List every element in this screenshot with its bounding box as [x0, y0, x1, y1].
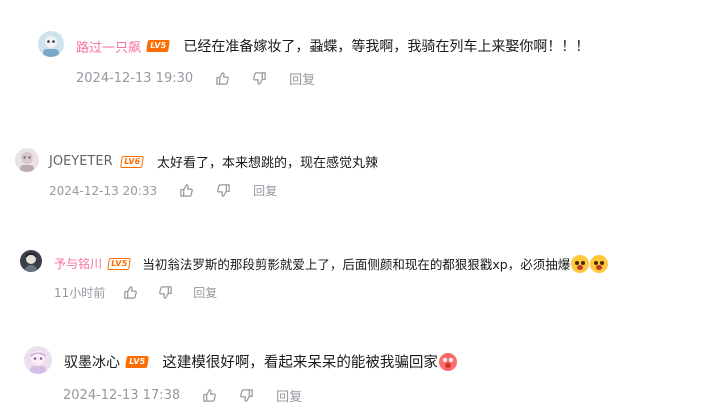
avatar[interactable]: [38, 31, 64, 57]
shocked-emoji: [590, 254, 609, 273]
comment-time: 2024-12-13 20:33: [49, 183, 158, 198]
dislike-button[interactable]: [252, 71, 267, 86]
comment-text: 太好看了，本来想跳的，现在感觉丸辣: [156, 156, 378, 171]
comment-text: 这建模很好啊，看起来呆呆的能被我骗回家: [162, 355, 438, 371]
comment-text: 已经在准备嫁妆了，蝨蝶，等我啊，我骑在列车上来娶你啊！！！: [183, 39, 590, 55]
like-button[interactable]: [215, 71, 230, 86]
username[interactable]: 路过一只飙: [76, 37, 141, 56]
dislike-icon: [217, 184, 230, 197]
dislike-button[interactable]: [239, 388, 254, 403]
username[interactable]: JOEYETER: [49, 154, 113, 169]
like-icon: [124, 286, 138, 299]
reply-button[interactable]: 回复: [289, 69, 315, 88]
like-button[interactable]: [202, 388, 217, 403]
reply-button[interactable]: 回复: [193, 284, 217, 301]
avatar[interactable]: [20, 250, 42, 272]
comment-time: 11小时前: [54, 286, 106, 300]
like-icon: [180, 184, 194, 197]
avatar[interactable]: [15, 148, 39, 172]
like-icon: [216, 72, 230, 85]
comment-text: 当初翁法罗斯的那段剪影就爱上了，后面侧颜和现在的都狠狠戳xp，必须抽爆: [142, 257, 571, 272]
comment-time: 2024-12-13 17:38: [63, 388, 181, 403]
level-badge: LV5: [107, 257, 132, 270]
avatar[interactable]: [24, 346, 52, 374]
dislike-icon: [159, 286, 173, 299]
username[interactable]: 予与铭川: [54, 255, 102, 272]
dislike-icon: [253, 72, 266, 85]
love-emoji: [438, 352, 457, 371]
comment-time: 2024-12-13 19:30: [76, 71, 194, 86]
level-badge: LV5: [146, 40, 171, 52]
dislike-icon: [240, 389, 253, 402]
like-icon: [203, 389, 217, 402]
level-badge: LV5: [125, 355, 150, 368]
like-button[interactable]: [179, 183, 194, 198]
level-badge: LV6: [119, 155, 144, 168]
reply-button[interactable]: 回复: [253, 182, 277, 199]
dislike-button[interactable]: [158, 285, 173, 300]
reply-button[interactable]: 回复: [276, 386, 302, 405]
username[interactable]: 驭墨冰心: [64, 352, 120, 372]
like-button[interactable]: [123, 285, 138, 300]
dislike-button[interactable]: [216, 183, 231, 198]
shocked-emoji: [571, 254, 590, 273]
